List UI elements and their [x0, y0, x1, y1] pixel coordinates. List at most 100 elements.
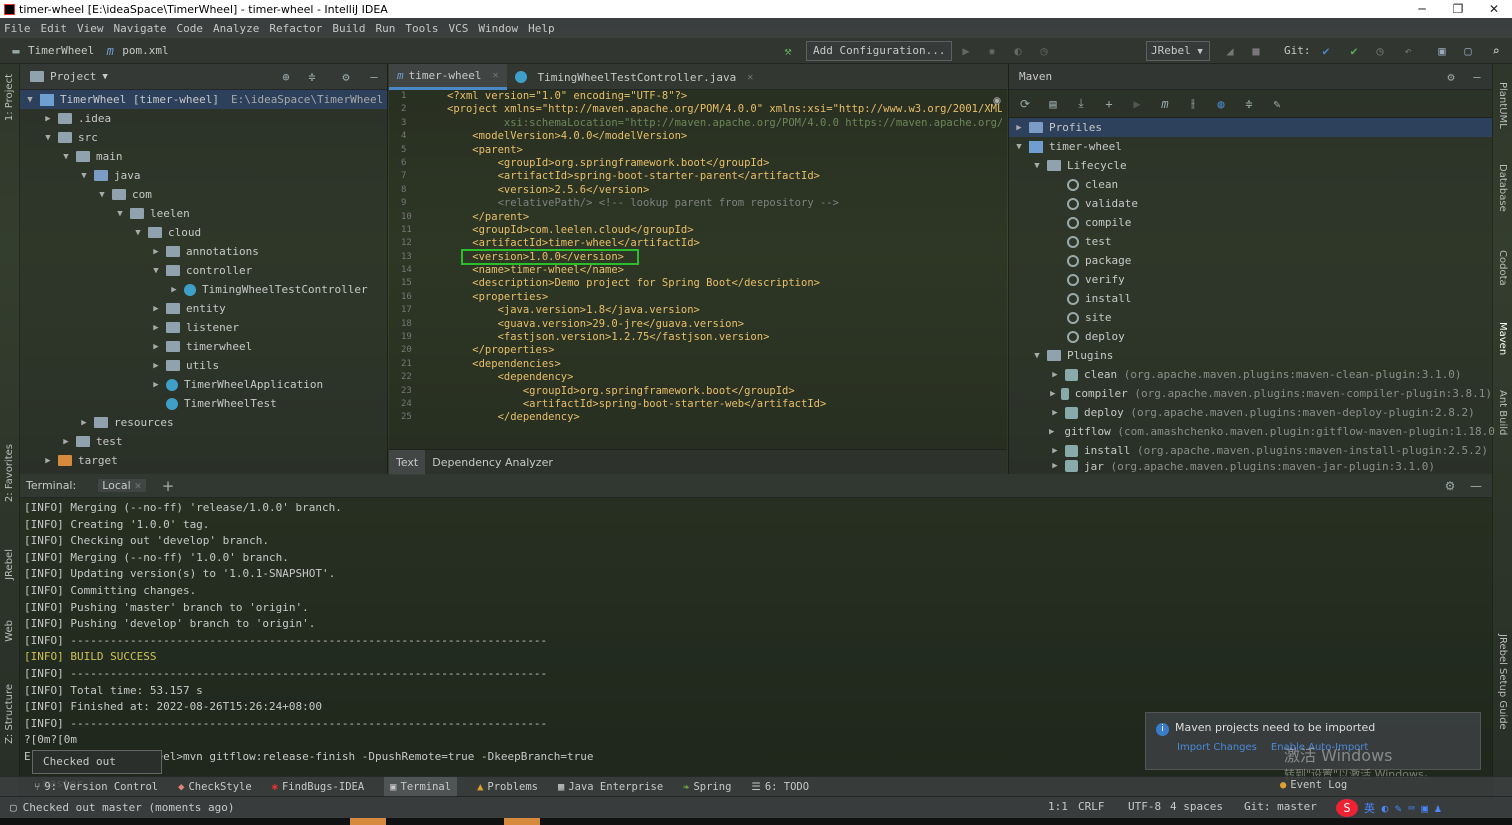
gear-icon[interactable]: ⚙	[1442, 478, 1458, 494]
hide-icon[interactable]: —	[1469, 69, 1485, 85]
menu-edit[interactable]: Edit	[41, 22, 68, 35]
close-button[interactable]: ✕	[1476, 0, 1512, 18]
terminal-tool[interactable]: ▣ Terminal	[384, 776, 458, 797]
version-control-tool[interactable]: ⑂ 9: Version Control	[34, 781, 158, 793]
expand-arrow-icon[interactable]: ▶	[1013, 123, 1025, 133]
maven-plugins[interactable]: ▼ Plugins	[1009, 346, 1492, 365]
git-branch[interactable]: Git: master	[1244, 800, 1317, 813]
tree-item[interactable]: TimerWheelTest	[20, 394, 387, 413]
profile-icon[interactable]: ◷	[1036, 43, 1052, 59]
menu-navigate[interactable]: Navigate	[114, 22, 167, 35]
tree-item[interactable]: ▼ cloud	[20, 223, 387, 242]
expand-arrow-icon[interactable]: ▶	[1049, 461, 1061, 471]
expand-arrow-icon[interactable]: ▶	[150, 342, 162, 352]
expand-arrow-icon[interactable]: ▶	[1049, 408, 1061, 418]
toggle-offline-icon[interactable]: ⫲	[1185, 96, 1201, 112]
expand-arrow-icon[interactable]: ▶	[150, 323, 162, 333]
tree-item[interactable]: ▼ src	[20, 128, 387, 147]
stop-icon[interactable]: ■	[1248, 43, 1264, 59]
expand-arrow-icon[interactable]: ▶	[150, 361, 162, 371]
import-changes-link[interactable]: Import Changes	[1177, 742, 1257, 753]
download-icon[interactable]: ⤓	[1073, 96, 1089, 112]
expand-arrow-icon[interactable]: ▼	[24, 95, 36, 105]
expand-arrow-icon[interactable]: ▼	[114, 209, 126, 219]
tree-item[interactable]: ▶ utils	[20, 356, 387, 375]
tree-item[interactable]: ▶ resources	[20, 413, 387, 432]
tree-item[interactable]: ▶ entity	[20, 299, 387, 318]
tree-item[interactable]: ▶ TimerWheelApplication	[20, 375, 387, 394]
tree-root[interactable]: ▼ TimerWheel [timer-wheel] E:\ideaSpace\Ti…	[20, 90, 387, 109]
gear-icon[interactable]: ⚙	[338, 69, 354, 85]
expand-arrow-icon[interactable]: ▶	[1049, 446, 1061, 456]
spring-tool[interactable]: ❧ Spring	[683, 781, 731, 793]
layout-icon[interactable]: ▢	[1460, 43, 1476, 59]
maven-phase[interactable]: install	[1009, 289, 1492, 308]
maven-phase[interactable]: verify	[1009, 270, 1492, 289]
menu-run[interactable]: Run	[375, 22, 395, 35]
menu-view[interactable]: View	[77, 22, 104, 35]
maven-profiles[interactable]: ▶ Profiles	[1009, 118, 1492, 137]
status-toggle-icon[interactable]: ▢	[10, 801, 17, 814]
structure-tool-button[interactable]: Z: Structure	[4, 684, 15, 744]
maven-phase[interactable]: validate	[1009, 194, 1492, 213]
tree-item[interactable]: ▶ timerwheel	[20, 337, 387, 356]
tree-item[interactable]: ▼ main	[20, 147, 387, 166]
plantuml-tool-button[interactable]: PlantUML	[1497, 82, 1508, 129]
gear-icon[interactable]: ⚙	[1443, 69, 1459, 85]
reload-icon[interactable]: ⟳	[1017, 96, 1033, 112]
revert-icon[interactable]: ↶	[1400, 43, 1416, 59]
expand-arrow-icon[interactable]: ▼	[1013, 142, 1025, 152]
tree-item[interactable]: ▼ controller	[20, 261, 387, 280]
problems-tool[interactable]: ▲ Problems	[477, 781, 538, 793]
debug-icon[interactable]: ✹	[984, 43, 1000, 59]
search-icon[interactable]: ⌕	[1488, 43, 1504, 59]
project-panel-title[interactable]: Project	[50, 70, 96, 83]
project-tool-button[interactable]: 1: Project	[4, 74, 15, 121]
tab-pom[interactable]: m timer-wheel ✕	[389, 64, 507, 90]
maven-plugin[interactable]: ▶ deploy (org.apache.maven.plugins:maven-…	[1009, 403, 1492, 422]
favorites-tool-button[interactable]: 2: Favorites	[4, 444, 15, 502]
checkstyle-tool[interactable]: ◆ CheckStyle	[178, 781, 252, 793]
expand-arrow-icon[interactable]: ▼	[42, 133, 54, 143]
expand-arrow-icon[interactable]: ▼	[1031, 161, 1043, 171]
skip-tests-icon[interactable]: ◍	[1213, 96, 1229, 112]
expand-arrow-icon[interactable]: ▼	[1031, 351, 1043, 361]
maven-phase[interactable]: clean	[1009, 175, 1492, 194]
maximize-button[interactable]: ❐	[1440, 0, 1476, 18]
indent-setting[interactable]: 4 spaces	[1170, 800, 1223, 813]
expand-arrow-icon[interactable]: ▼	[132, 228, 144, 238]
maven-project[interactable]: ▼ timer-wheel	[1009, 137, 1492, 156]
history-icon[interactable]: ◷	[1372, 43, 1388, 59]
maven-lifecycle[interactable]: ▼ Lifecycle	[1009, 156, 1492, 175]
add-terminal-icon[interactable]: +	[162, 477, 175, 495]
menu-vcs[interactable]: VCS	[448, 22, 468, 35]
line-separator[interactable]: CRLF	[1078, 800, 1105, 813]
maven-phase[interactable]: deploy	[1009, 327, 1492, 346]
maven-plugin[interactable]: ▶ gitflow (com.amashchenko.maven.plugin:g…	[1009, 422, 1495, 441]
tree-item[interactable]: ▶ listener	[20, 318, 387, 337]
tree-item[interactable]: ▶ test	[20, 432, 387, 451]
run-icon[interactable]: ▶	[1129, 96, 1145, 112]
ant-tool-button[interactable]: Ant Build	[1497, 390, 1508, 435]
hide-icon[interactable]: —	[1468, 478, 1484, 494]
tree-item[interactable]: ▶ .idea	[20, 109, 387, 128]
findbugs-tool[interactable]: ✱ FindBugs-IDEA	[272, 781, 365, 793]
git-commit-icon[interactable]: ✔	[1346, 43, 1362, 59]
menu-refactor[interactable]: Refactor	[269, 22, 322, 35]
maven-phase[interactable]: test	[1009, 232, 1492, 251]
wrench-icon[interactable]: ✎	[1269, 96, 1285, 112]
maven-plugin[interactable]: ▶ jar (org.apache.maven.plugins:maven-jar…	[1009, 460, 1492, 472]
expand-arrow-icon[interactable]: ▼	[60, 152, 72, 162]
expand-arrow-icon[interactable]: ▶	[1049, 427, 1054, 437]
expand-arrow-icon[interactable]: ▶	[42, 456, 54, 466]
tree-item[interactable]: ▼ leelen	[20, 204, 387, 223]
maven-plugin[interactable]: ▶ install (org.apache.maven.plugins:maven…	[1009, 441, 1492, 460]
caret-position[interactable]: 1:1	[1048, 800, 1068, 813]
close-icon[interactable]: ✕	[747, 72, 753, 83]
menu-code[interactable]: Code	[176, 22, 203, 35]
file-encoding[interactable]: UTF-8	[1128, 800, 1161, 813]
close-icon[interactable]: ✕	[134, 482, 142, 492]
tree-item[interactable]: ▼ com	[20, 185, 387, 204]
taskbar-item[interactable]	[504, 818, 540, 825]
jrebel-run-icon[interactable]: ◢	[1222, 43, 1238, 59]
